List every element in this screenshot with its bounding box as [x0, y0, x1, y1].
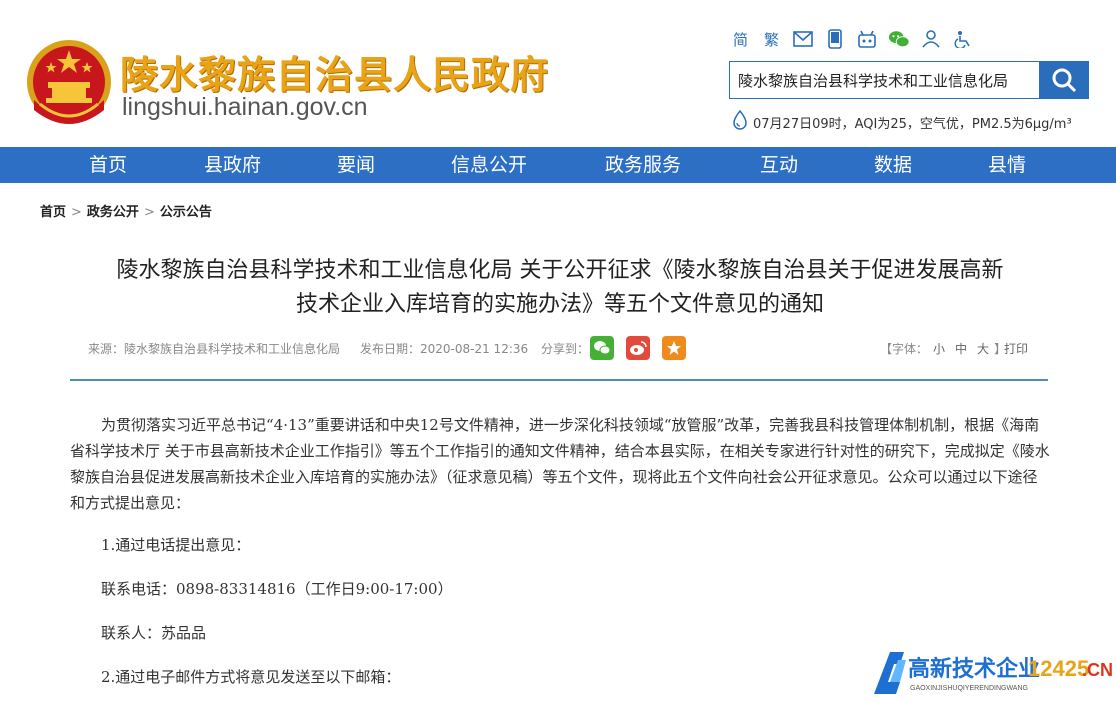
article-phone: 联系电话：0898-83314816（工作日9:00-17:00）: [101, 580, 453, 598]
article-body: 为贯彻落实习近平总书记“4·13”重要讲话和中央12号文件精神，进一步深化科技领…: [70, 412, 1050, 686]
article-title: 陵水黎族自治县科学技术和工业信息化局 关于公开征求《陵水黎族自治县关于促进发展高…: [70, 254, 1050, 322]
font-medium-button[interactable]: 中: [955, 342, 967, 356]
weather-icon: [731, 109, 749, 134]
breadcrumb-separator: >: [71, 205, 82, 220]
weather-text: 07月27日09时，AQI为25，空气优，PM2.5为6μg/m³: [753, 116, 1072, 132]
mobile-icon[interactable]: [824, 28, 846, 50]
site-title: 陵水黎族自治县人民政府: [120, 53, 550, 97]
simplified-chinese-link[interactable]: 简: [730, 29, 751, 50]
header-toolbar: 简 繁: [730, 28, 974, 50]
search-input[interactable]: [730, 62, 1039, 98]
watermark-number: 12425: [1028, 656, 1089, 681]
article-source: 来源：陵水黎族自治县科学技术和工业信息化局: [88, 342, 341, 356]
article-date: 发布日期：2020-08-21 12:36: [360, 342, 529, 356]
print-button[interactable]: 打印: [1004, 340, 1028, 357]
search-box: [729, 61, 1089, 99]
watermark-text: 高新技术企业: [908, 656, 1040, 682]
breadcrumb: 首页 > 政务公开 > 公示公告: [40, 201, 212, 220]
site-header: 陵水黎族自治县人民政府 lingshui.hainan.gov.cn 简 繁 陵…: [0, 0, 1116, 147]
user-icon[interactable]: [920, 28, 942, 50]
nav-item-data[interactable]: 数据: [874, 147, 912, 183]
nav-item-government-services[interactable]: 政务服务: [605, 147, 681, 183]
article-list-item: 1.通过电话提出意见：: [101, 536, 251, 554]
main-nav: 首页 县政府 要闻 信息公开 政务服务 互动 数据 县情: [0, 147, 1116, 183]
weather-info: 07月27日09时，AQI为25，空气优，PM2.5为6μg/m³: [731, 109, 1072, 134]
breadcrumb-separator: >: [143, 205, 155, 220]
breadcrumb-public-notice[interactable]: 公示公告: [160, 205, 212, 220]
site-domain: lingshui.hainan.gov.cn: [122, 93, 368, 121]
mail-icon[interactable]: [792, 28, 814, 50]
wechat-icon[interactable]: [888, 28, 910, 50]
robot-icon[interactable]: [856, 28, 878, 50]
article-title-line: 陵水黎族自治县科学技术和工业信息化局 关于公开征求《陵水黎族自治县关于促进发展高…: [116, 258, 1004, 283]
share-favorite-icon[interactable]: [662, 336, 686, 360]
article-meta: 来源：陵水黎族自治县科学技术和工业信息化局 发布日期：2020-08-21 12…: [88, 336, 1033, 362]
article-title-line: 技术企业入库培育的实施办法》等五个文件意见的通知: [295, 292, 824, 317]
nav-item-county-government[interactable]: 县政府: [204, 147, 261, 183]
search-icon: [1052, 68, 1077, 93]
share-label: 分享到：: [541, 342, 590, 356]
watermark-tld: .CN: [1082, 660, 1113, 680]
nav-item-home[interactable]: 首页: [89, 147, 127, 183]
watermark-sub: GAOXINJISHUQIYERENDINGWANG: [910, 685, 1028, 692]
font-size-controls: 【字体：小中大】: [880, 340, 1006, 357]
nav-item-news[interactable]: 要闻: [337, 147, 375, 183]
nav-item-county-profile[interactable]: 县情: [988, 147, 1026, 183]
font-label-open: 【字体：: [880, 342, 929, 356]
accessibility-icon[interactable]: [952, 28, 974, 50]
traditional-chinese-link[interactable]: 繁: [761, 29, 782, 50]
share-weibo-icon[interactable]: [626, 336, 650, 360]
breadcrumb-home[interactable]: 首页: [40, 205, 66, 220]
article-paragraph: 为贯彻落实习近平总书记“4·13”重要讲话和中央12号文件精神，进一步深化科技领…: [70, 416, 1050, 512]
nav-item-interaction[interactable]: 互动: [760, 147, 798, 183]
national-emblem-icon: [24, 38, 114, 130]
nav-item-information-disclosure[interactable]: 信息公开: [451, 147, 527, 183]
font-large-button[interactable]: 大: [977, 342, 989, 356]
share-wechat-icon[interactable]: [590, 336, 614, 360]
breadcrumb-government-affairs[interactable]: 政务公开: [87, 205, 139, 220]
search-button[interactable]: [1039, 61, 1089, 99]
title-divider: [70, 379, 1048, 381]
watermark: 高新技术企业 12425 .CN GAOXINJISHUQIYERENDINGW…: [870, 646, 1116, 699]
font-small-button[interactable]: 小: [933, 342, 945, 356]
article-list-item: 2.通过电子邮件方式将意见发送至以下邮箱：: [101, 668, 401, 686]
article-contact: 联系人：苏品品: [101, 624, 207, 642]
